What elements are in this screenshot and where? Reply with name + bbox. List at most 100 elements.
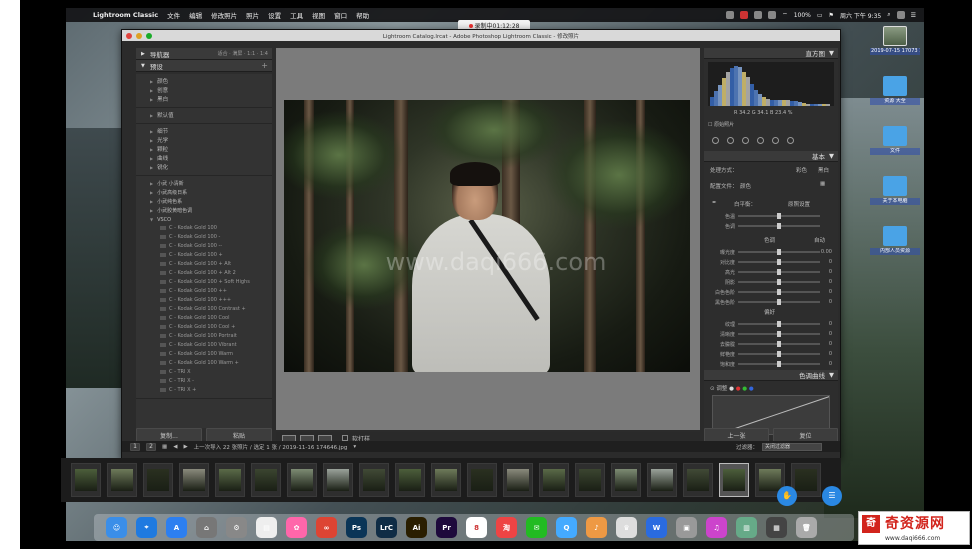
- slider-track[interactable]: [738, 351, 820, 357]
- slider-knob[interactable]: [777, 351, 781, 357]
- slider-knob[interactable]: [777, 341, 781, 347]
- treatment-bw[interactable]: 黑白: [818, 166, 829, 174]
- wechat-tray-icon[interactable]: [754, 11, 763, 19]
- filmstrip-thumb[interactable]: [683, 463, 713, 497]
- bluetooth-icon[interactable]: [768, 11, 777, 19]
- slider-knob[interactable]: [777, 249, 781, 255]
- menu-develop[interactable]: 修改照片: [211, 10, 237, 20]
- slider-track[interactable]: [738, 259, 820, 265]
- preset-folder[interactable]: ▶ 黑白: [150, 95, 272, 104]
- filmstrip-thumb[interactable]: [611, 463, 641, 497]
- slider-value[interactable]: 0: [820, 269, 832, 275]
- slider-value[interactable]: 0.00: [820, 249, 832, 255]
- dock-ms-icon[interactable]: ♛: [616, 517, 637, 538]
- filmstrip-thumb[interactable]: [215, 463, 245, 497]
- preset-folder[interactable]: ▶ 曲线: [150, 154, 272, 163]
- wb-select[interactable]: 原照设置: [788, 200, 810, 208]
- slider-knob[interactable]: [777, 279, 781, 285]
- desktop-folder-3[interactable]: 关于本电脑: [870, 176, 920, 205]
- presets-header[interactable]: ▼ 预设 +: [136, 60, 272, 72]
- slider-track[interactable]: [738, 223, 820, 229]
- slider-row[interactable]: 高光 0: [712, 268, 832, 276]
- filmstrip-thumb[interactable]: [539, 463, 569, 497]
- slider-track[interactable]: [738, 321, 820, 327]
- slider-value[interactable]: 0: [820, 361, 832, 367]
- slider-track[interactable]: [738, 269, 820, 275]
- dock-ps-icon[interactable]: Ps: [346, 517, 367, 538]
- dock-img-icon[interactable]: ▥: [736, 517, 757, 538]
- preset-folder[interactable]: ▶ 颜色: [150, 77, 272, 86]
- vsco-preset-item[interactable]: C - Kodak Gold 100 + Alt: [150, 260, 272, 269]
- vsco-preset-item[interactable]: C - Kodak Gold 100 Cool +: [150, 323, 272, 332]
- slider-row[interactable]: 黑色色阶 0: [712, 298, 832, 306]
- dock-8-icon[interactable]: 8: [466, 517, 487, 538]
- menu-app[interactable]: Lightroom Classic: [93, 11, 158, 19]
- slider-track[interactable]: [738, 299, 820, 305]
- dock-qq-icon[interactable]: Q: [556, 517, 577, 538]
- auto-tone-button[interactable]: 自动: [814, 236, 825, 244]
- menu-view[interactable]: 视图: [312, 10, 325, 20]
- forward-arrow-icon[interactable]: ▶: [183, 444, 187, 450]
- filmstrip-thumb[interactable]: [179, 463, 209, 497]
- vsco-preset-item[interactable]: C - Kodak Gold 100 +++: [150, 296, 272, 305]
- vsco-preset-item[interactable]: C - Kodak Gold 100 Portrait: [150, 332, 272, 341]
- vsco-preset-item[interactable]: C - Kodak Gold 100 Warm +: [150, 359, 272, 368]
- tone-curve-header[interactable]: 色调曲线 ▼: [704, 370, 838, 381]
- filter-select[interactable]: 关闭过滤器: [762, 442, 822, 451]
- slider-knob[interactable]: [777, 289, 781, 295]
- profile-browser-icon[interactable]: ▦: [820, 181, 825, 187]
- vsco-preset-item[interactable]: C - Kodak Gold 100 Vibrant: [150, 341, 272, 350]
- dock-ai-icon[interactable]: Ai: [406, 517, 427, 538]
- slider-knob[interactable]: [777, 361, 781, 367]
- wifi-icon[interactable]: ⌔: [782, 11, 788, 19]
- desktop-photo[interactable]: 2019-07-15 17073 1.jpg: [870, 26, 920, 55]
- vsco-preset-item[interactable]: C - TRI X -: [150, 377, 272, 386]
- dock-folder-icon[interactable]: ▣: [676, 517, 697, 538]
- vsco-preset-item[interactable]: C - TRI X +: [150, 386, 272, 395]
- dock-app-store-icon[interactable]: A: [166, 517, 187, 538]
- menu-tools[interactable]: 工具: [290, 10, 303, 20]
- preset-folder[interactable]: ▶ 锐化: [150, 163, 272, 172]
- vsco-preset-item[interactable]: C - Kodak Gold 100: [150, 224, 272, 233]
- menu-file[interactable]: 文件: [167, 10, 180, 20]
- slider-knob[interactable]: [777, 331, 781, 337]
- slider-value[interactable]: 0: [820, 341, 832, 347]
- slider-row[interactable]: 色调: [712, 222, 832, 230]
- menu-settings[interactable]: 设置: [268, 10, 281, 20]
- grid-view-icon[interactable]: ▦: [162, 444, 167, 450]
- dock-preview-icon[interactable]: ▤: [256, 517, 277, 538]
- dock-lrc-icon[interactable]: LrC: [376, 517, 397, 538]
- slider-row[interactable]: 去朦胧 0: [712, 340, 832, 348]
- main-photo[interactable]: www.daqi666.com: [284, 100, 690, 372]
- slider-knob[interactable]: [777, 223, 781, 229]
- slider-value[interactable]: 0: [820, 289, 832, 295]
- preset-folder[interactable]: ▶ 创意: [150, 86, 272, 95]
- add-preset-icon[interactable]: +: [261, 61, 268, 70]
- vsco-preset-item[interactable]: C - Kodak Gold 100 --: [150, 242, 272, 251]
- battery-icon[interactable]: ▭: [817, 12, 823, 19]
- paste-settings-button[interactable]: 粘贴: [206, 428, 272, 442]
- filmstrip-thumb[interactable]: [143, 463, 173, 497]
- copy-settings-button[interactable]: 复制...: [136, 428, 202, 442]
- vsco-preset-item[interactable]: C - Kodak Gold 100 + Soft Highs: [150, 278, 272, 287]
- filmstrip-thumb[interactable]: [251, 463, 281, 497]
- slider-track[interactable]: [738, 279, 820, 285]
- preset-folder[interactable]: ▶ 颗粒: [150, 145, 272, 154]
- filmstrip-thumb[interactable]: [503, 463, 533, 497]
- previous-button[interactable]: 上一张: [704, 428, 769, 442]
- dock-finder-icon[interactable]: ☺: [106, 517, 127, 538]
- hand-help-icon[interactable]: ✋: [777, 486, 797, 506]
- slider-row[interactable]: 阴影 0: [712, 278, 832, 286]
- slider-knob[interactable]: [777, 213, 781, 219]
- tray-icon[interactable]: [726, 11, 735, 19]
- treatment-color[interactable]: 彩色: [796, 166, 807, 174]
- filmstrip-thumb[interactable]: [323, 463, 353, 497]
- dock-cc-icon[interactable]: ∞: [316, 517, 337, 538]
- preset-folder[interactable]: ▶ 小武胶黄暗色调: [150, 206, 272, 215]
- original-photo-toggle[interactable]: ☐ 原始照片: [708, 121, 734, 128]
- histogram-header[interactable]: 直方图 ▼: [704, 48, 838, 59]
- slider-value[interactable]: 0: [820, 299, 832, 305]
- slider-row[interactable]: 对比度 0: [712, 258, 832, 266]
- filmstrip-thumb[interactable]: [431, 463, 461, 497]
- dock-wechat-icon[interactable]: ✉: [526, 517, 547, 538]
